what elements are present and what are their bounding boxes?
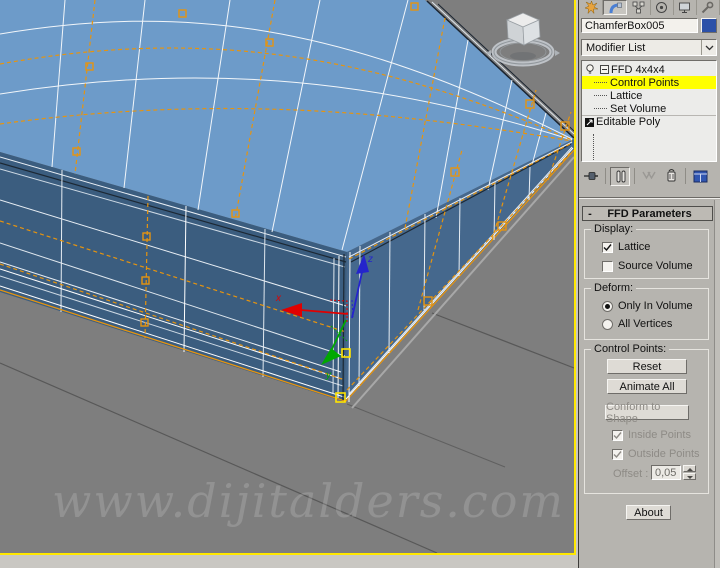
- tab-display[interactable]: [674, 0, 697, 15]
- about-button[interactable]: About: [626, 505, 671, 520]
- rollout-title: FFD Parameters: [607, 207, 692, 220]
- collapse-box-icon[interactable]: [600, 65, 609, 74]
- create-icon: [584, 1, 598, 14]
- chevron-down-icon: [705, 45, 713, 50]
- pin-stack-button[interactable]: [581, 167, 601, 186]
- lattice-checkbox-row[interactable]: Lattice: [602, 241, 650, 253]
- stack-toolbar: [581, 165, 717, 187]
- tab-motion[interactable]: [651, 0, 674, 15]
- tab-modify[interactable]: [603, 0, 628, 15]
- stack-item-editable-poly[interactable]: Editable Poly: [582, 115, 716, 128]
- conform-to-shape-button[interactable]: Conform to Shape: [605, 401, 689, 425]
- spinner-down-icon[interactable]: [683, 473, 696, 480]
- gizmo-y-label: y: [325, 370, 332, 381]
- pin-stack-icon: [584, 172, 598, 180]
- deform-group-label: Deform:: [591, 282, 637, 294]
- utilities-icon: [702, 1, 714, 14]
- tab-utilities[interactable]: [697, 0, 720, 15]
- display-group-label: Display:: [591, 223, 637, 235]
- modify-icon: [609, 2, 622, 14]
- display-icon: [679, 2, 691, 13]
- editable-poly-icon: [585, 117, 594, 127]
- only-in-volume-radio[interactable]: [602, 300, 613, 312]
- lattice-checkbox[interactable]: [602, 241, 613, 253]
- tree-connector: [594, 82, 607, 83]
- command-panel-tabs: [580, 0, 720, 15]
- animate-all-button[interactable]: Animate All: [607, 379, 687, 394]
- object-name-input[interactable]: [581, 18, 698, 33]
- make-unique-icon: [642, 171, 656, 180]
- command-panel: Modifier List FFD 4x4x4 Control Points: [578, 0, 720, 568]
- perspective-viewport[interactable]: x y z: [0, 0, 576, 555]
- tab-hierarchy[interactable]: [627, 0, 651, 15]
- stack-item-label: Editable Poly: [596, 116, 661, 128]
- control-points-group-label: Control Points:: [591, 343, 670, 355]
- inside-points-checkbox[interactable]: [612, 429, 623, 441]
- inside-points-checkbox-label: Inside Points: [628, 429, 691, 441]
- display-group: Display: Lattice Source Volume: [584, 223, 709, 279]
- check-icon: [613, 431, 622, 439]
- stack-item-label: Set Volume: [610, 102, 667, 115]
- motion-icon: [656, 2, 668, 13]
- remove-modifier-button[interactable]: [661, 167, 681, 186]
- toolbar-divider: [685, 168, 686, 184]
- source-volume-checkbox[interactable]: [602, 260, 613, 272]
- stack-item-set-volume[interactable]: Set Volume: [582, 102, 716, 115]
- panel-divider: [579, 197, 720, 199]
- outside-points-checkbox-label: Outside Points: [628, 448, 700, 460]
- offset-spinner-buttons[interactable]: [683, 465, 696, 480]
- rollout-collapse-glyph[interactable]: -: [583, 208, 597, 220]
- spinner-up-icon[interactable]: [683, 465, 696, 472]
- modifier-list-label: Modifier List: [586, 41, 646, 54]
- gizmo-z-label: z: [367, 254, 373, 265]
- show-end-result-button[interactable]: [610, 166, 630, 186]
- inside-points-checkbox-row[interactable]: Inside Points: [612, 429, 691, 441]
- make-unique-button[interactable]: [639, 167, 659, 186]
- all-vertices-radio-label: All Vertices: [618, 318, 673, 330]
- outside-points-checkbox-row[interactable]: Outside Points: [612, 448, 700, 460]
- deform-group: Deform: Only In Volume All Vertices: [584, 282, 709, 340]
- viewport-3d-scene: x y z: [0, 0, 574, 553]
- control-points-group: Control Points: Reset Animate All Confor…: [584, 343, 709, 494]
- only-in-volume-radio-row[interactable]: Only In Volume: [602, 300, 693, 312]
- modifier-list-dropdown[interactable]: Modifier List: [581, 39, 717, 56]
- stack-item-label: Lattice: [610, 89, 643, 102]
- stack-item-label: FFD 4x4x4: [611, 63, 665, 76]
- rollout-scroll-strip[interactable]: [714, 200, 720, 568]
- reset-button[interactable]: Reset: [607, 359, 687, 374]
- tab-create[interactable]: [580, 0, 604, 15]
- all-vertices-radio[interactable]: [602, 318, 613, 330]
- modifier-stack: FFD 4x4x4 Control Points Lattice Set Vol…: [581, 60, 717, 162]
- show-end-result-icon: [616, 170, 625, 182]
- toolbar-divider: [634, 168, 635, 184]
- application-window: x y z www.dijitalders.com: [0, 0, 720, 568]
- source-volume-checkbox-label: Source Volume: [618, 260, 693, 272]
- dropdown-button[interactable]: [701, 40, 716, 55]
- outside-points-checkbox[interactable]: [612, 448, 623, 460]
- stack-item-control-points[interactable]: Control Points: [582, 76, 716, 89]
- object-color-swatch[interactable]: [701, 18, 717, 33]
- stack-item-ffd[interactable]: FFD 4x4x4: [582, 63, 716, 76]
- tree-connector: [594, 108, 607, 109]
- remove-modifier-icon: [667, 169, 675, 182]
- offset-label: Offset :: [613, 468, 649, 480]
- configure-modifier-sets-button[interactable]: [690, 167, 710, 186]
- hierarchy-icon: [632, 1, 645, 14]
- rollout-ffd-parameters[interactable]: - FFD Parameters: [582, 206, 713, 221]
- lightbulb-icon[interactable]: [585, 64, 595, 75]
- toolbar-divider: [605, 168, 606, 184]
- only-in-volume-radio-label: Only In Volume: [618, 300, 693, 312]
- all-vertices-radio-row[interactable]: All Vertices: [602, 318, 672, 330]
- offset-spinner-field[interactable]: 0,05: [651, 465, 681, 480]
- tree-connector: [593, 134, 594, 161]
- lattice-checkbox-label: Lattice: [618, 241, 651, 253]
- stack-item-label: Control Points: [610, 76, 680, 89]
- tree-connector: [594, 95, 607, 96]
- configure-modifier-sets-icon: [693, 170, 707, 182]
- check-icon: [613, 450, 622, 458]
- stack-item-lattice[interactable]: Lattice: [582, 89, 716, 102]
- check-icon: [603, 243, 612, 251]
- source-volume-checkbox-row[interactable]: Source Volume: [602, 260, 693, 272]
- gizmo-x-label: x: [275, 293, 282, 304]
